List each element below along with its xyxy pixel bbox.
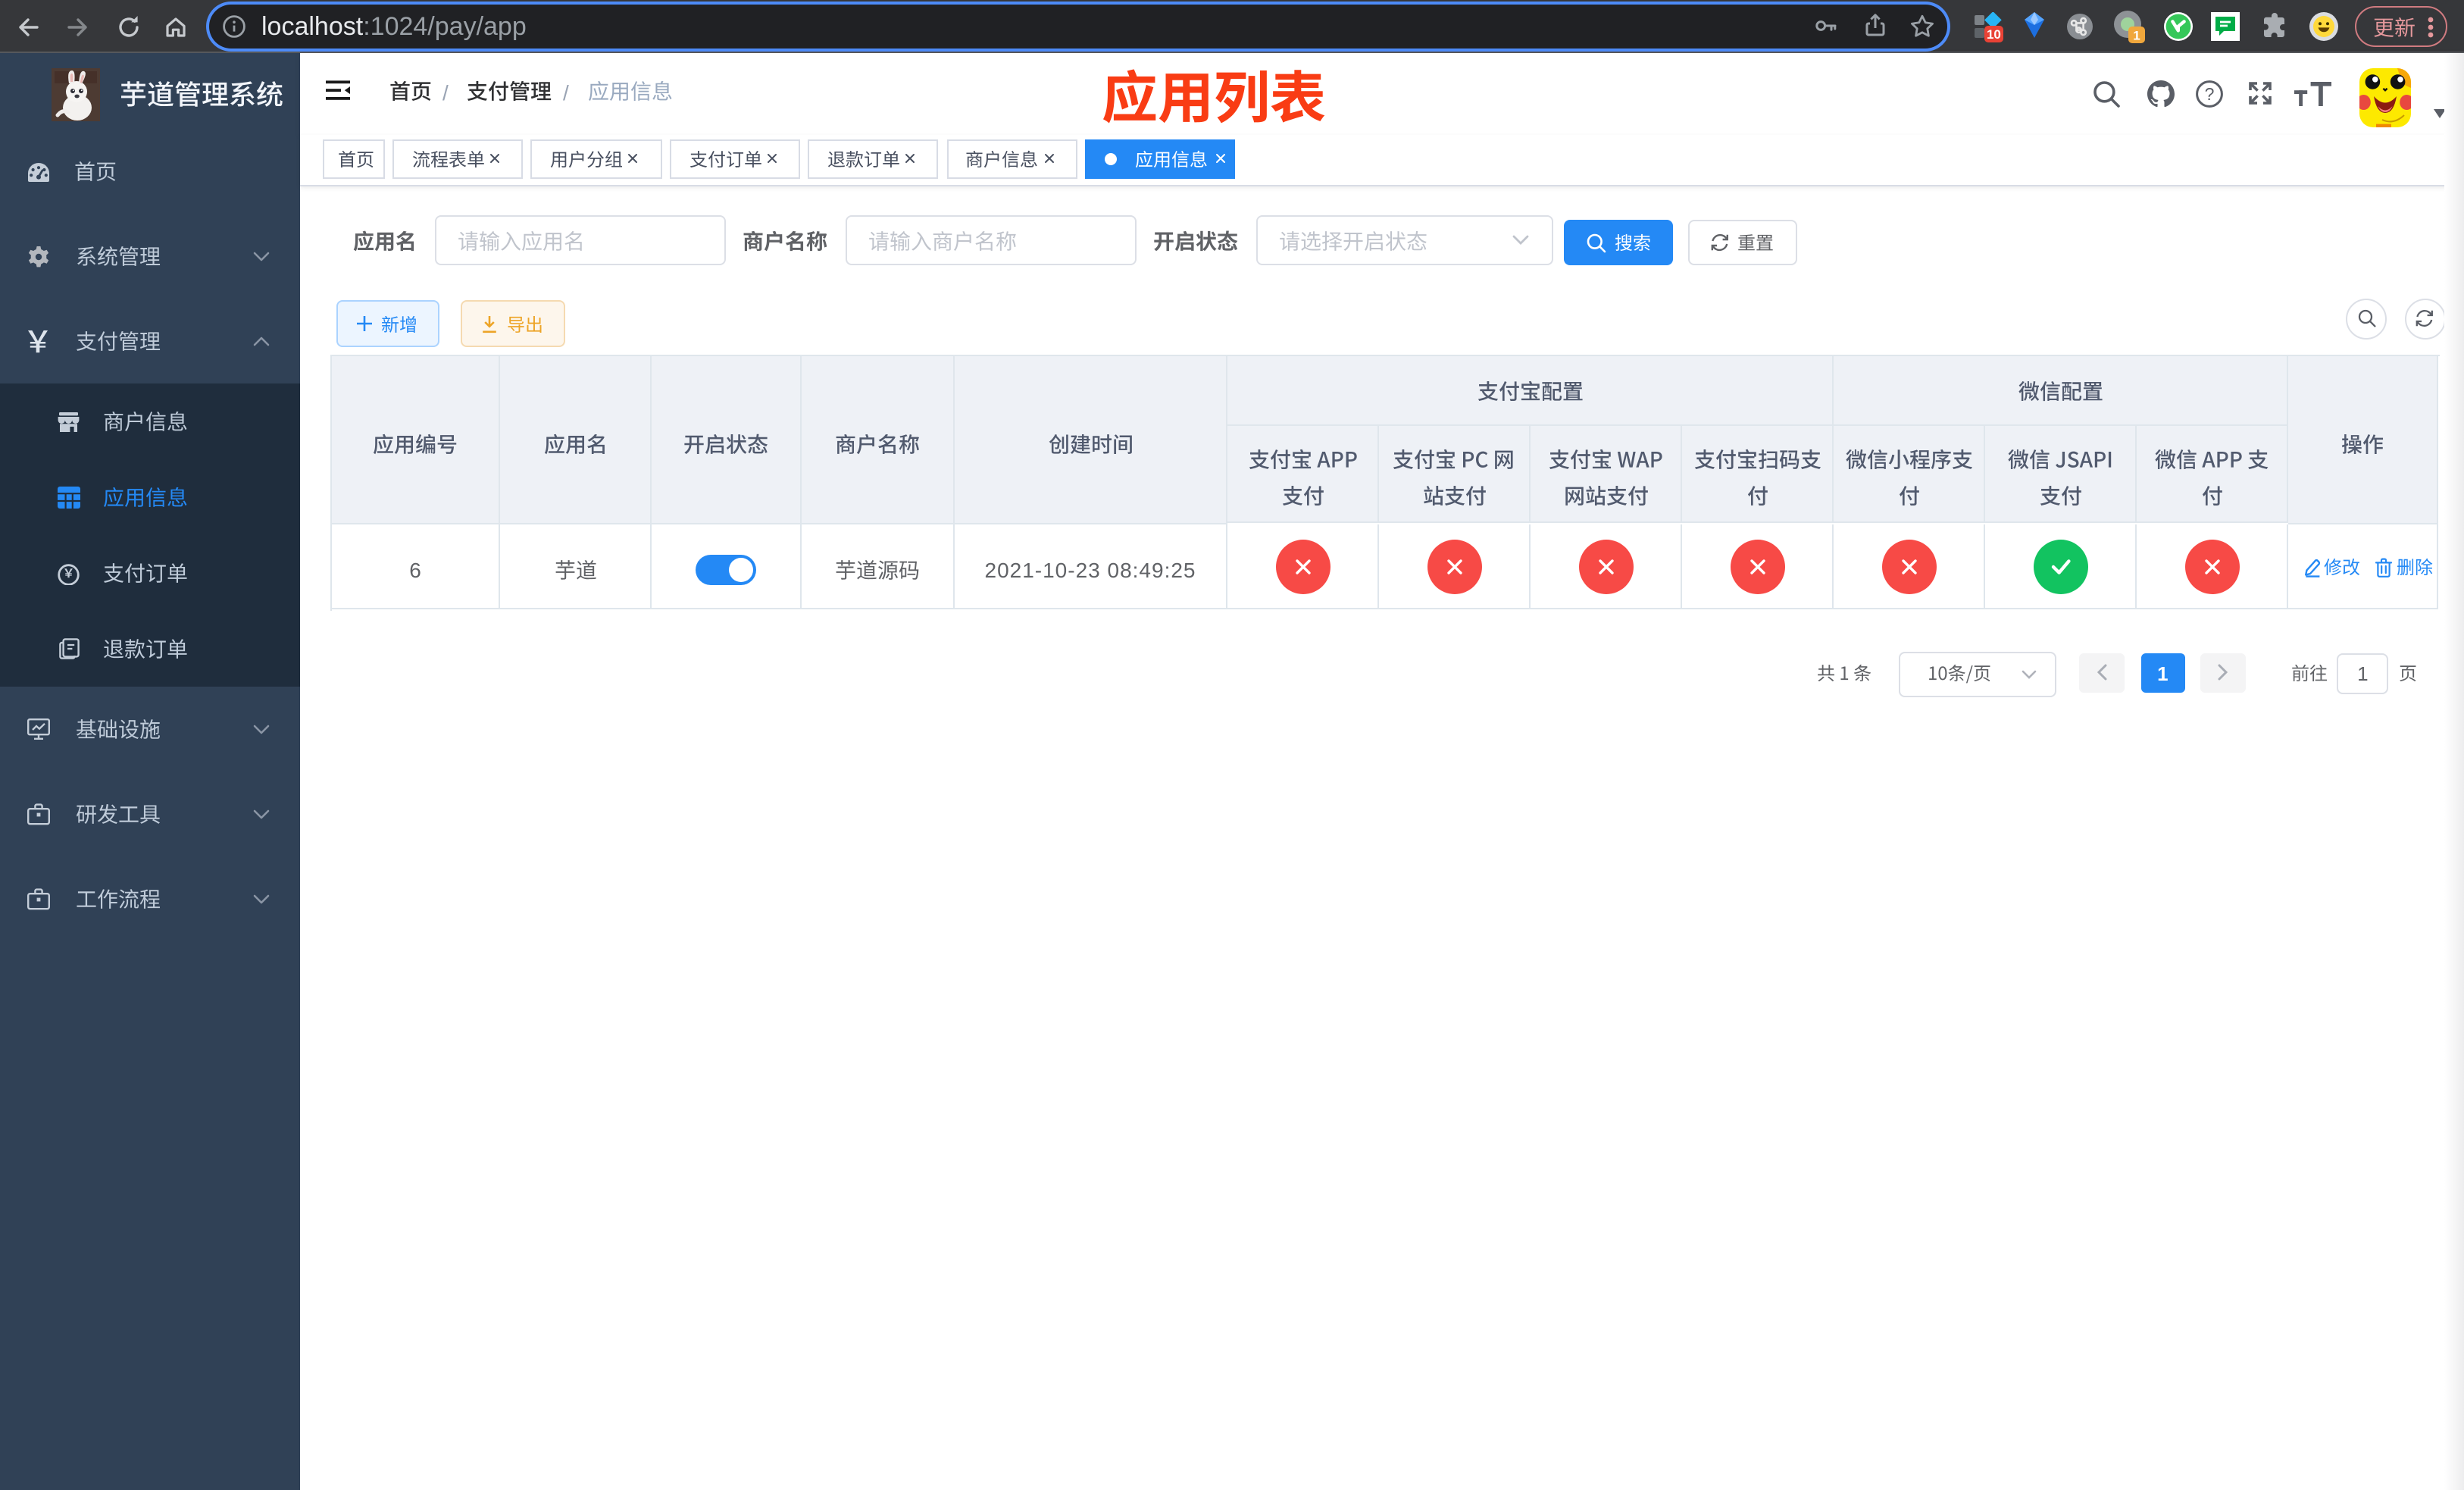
svg-text:10: 10 [1987, 27, 2001, 42]
svg-text:1: 1 [2133, 29, 2140, 43]
svg-text:?: ? [2205, 83, 2215, 103]
